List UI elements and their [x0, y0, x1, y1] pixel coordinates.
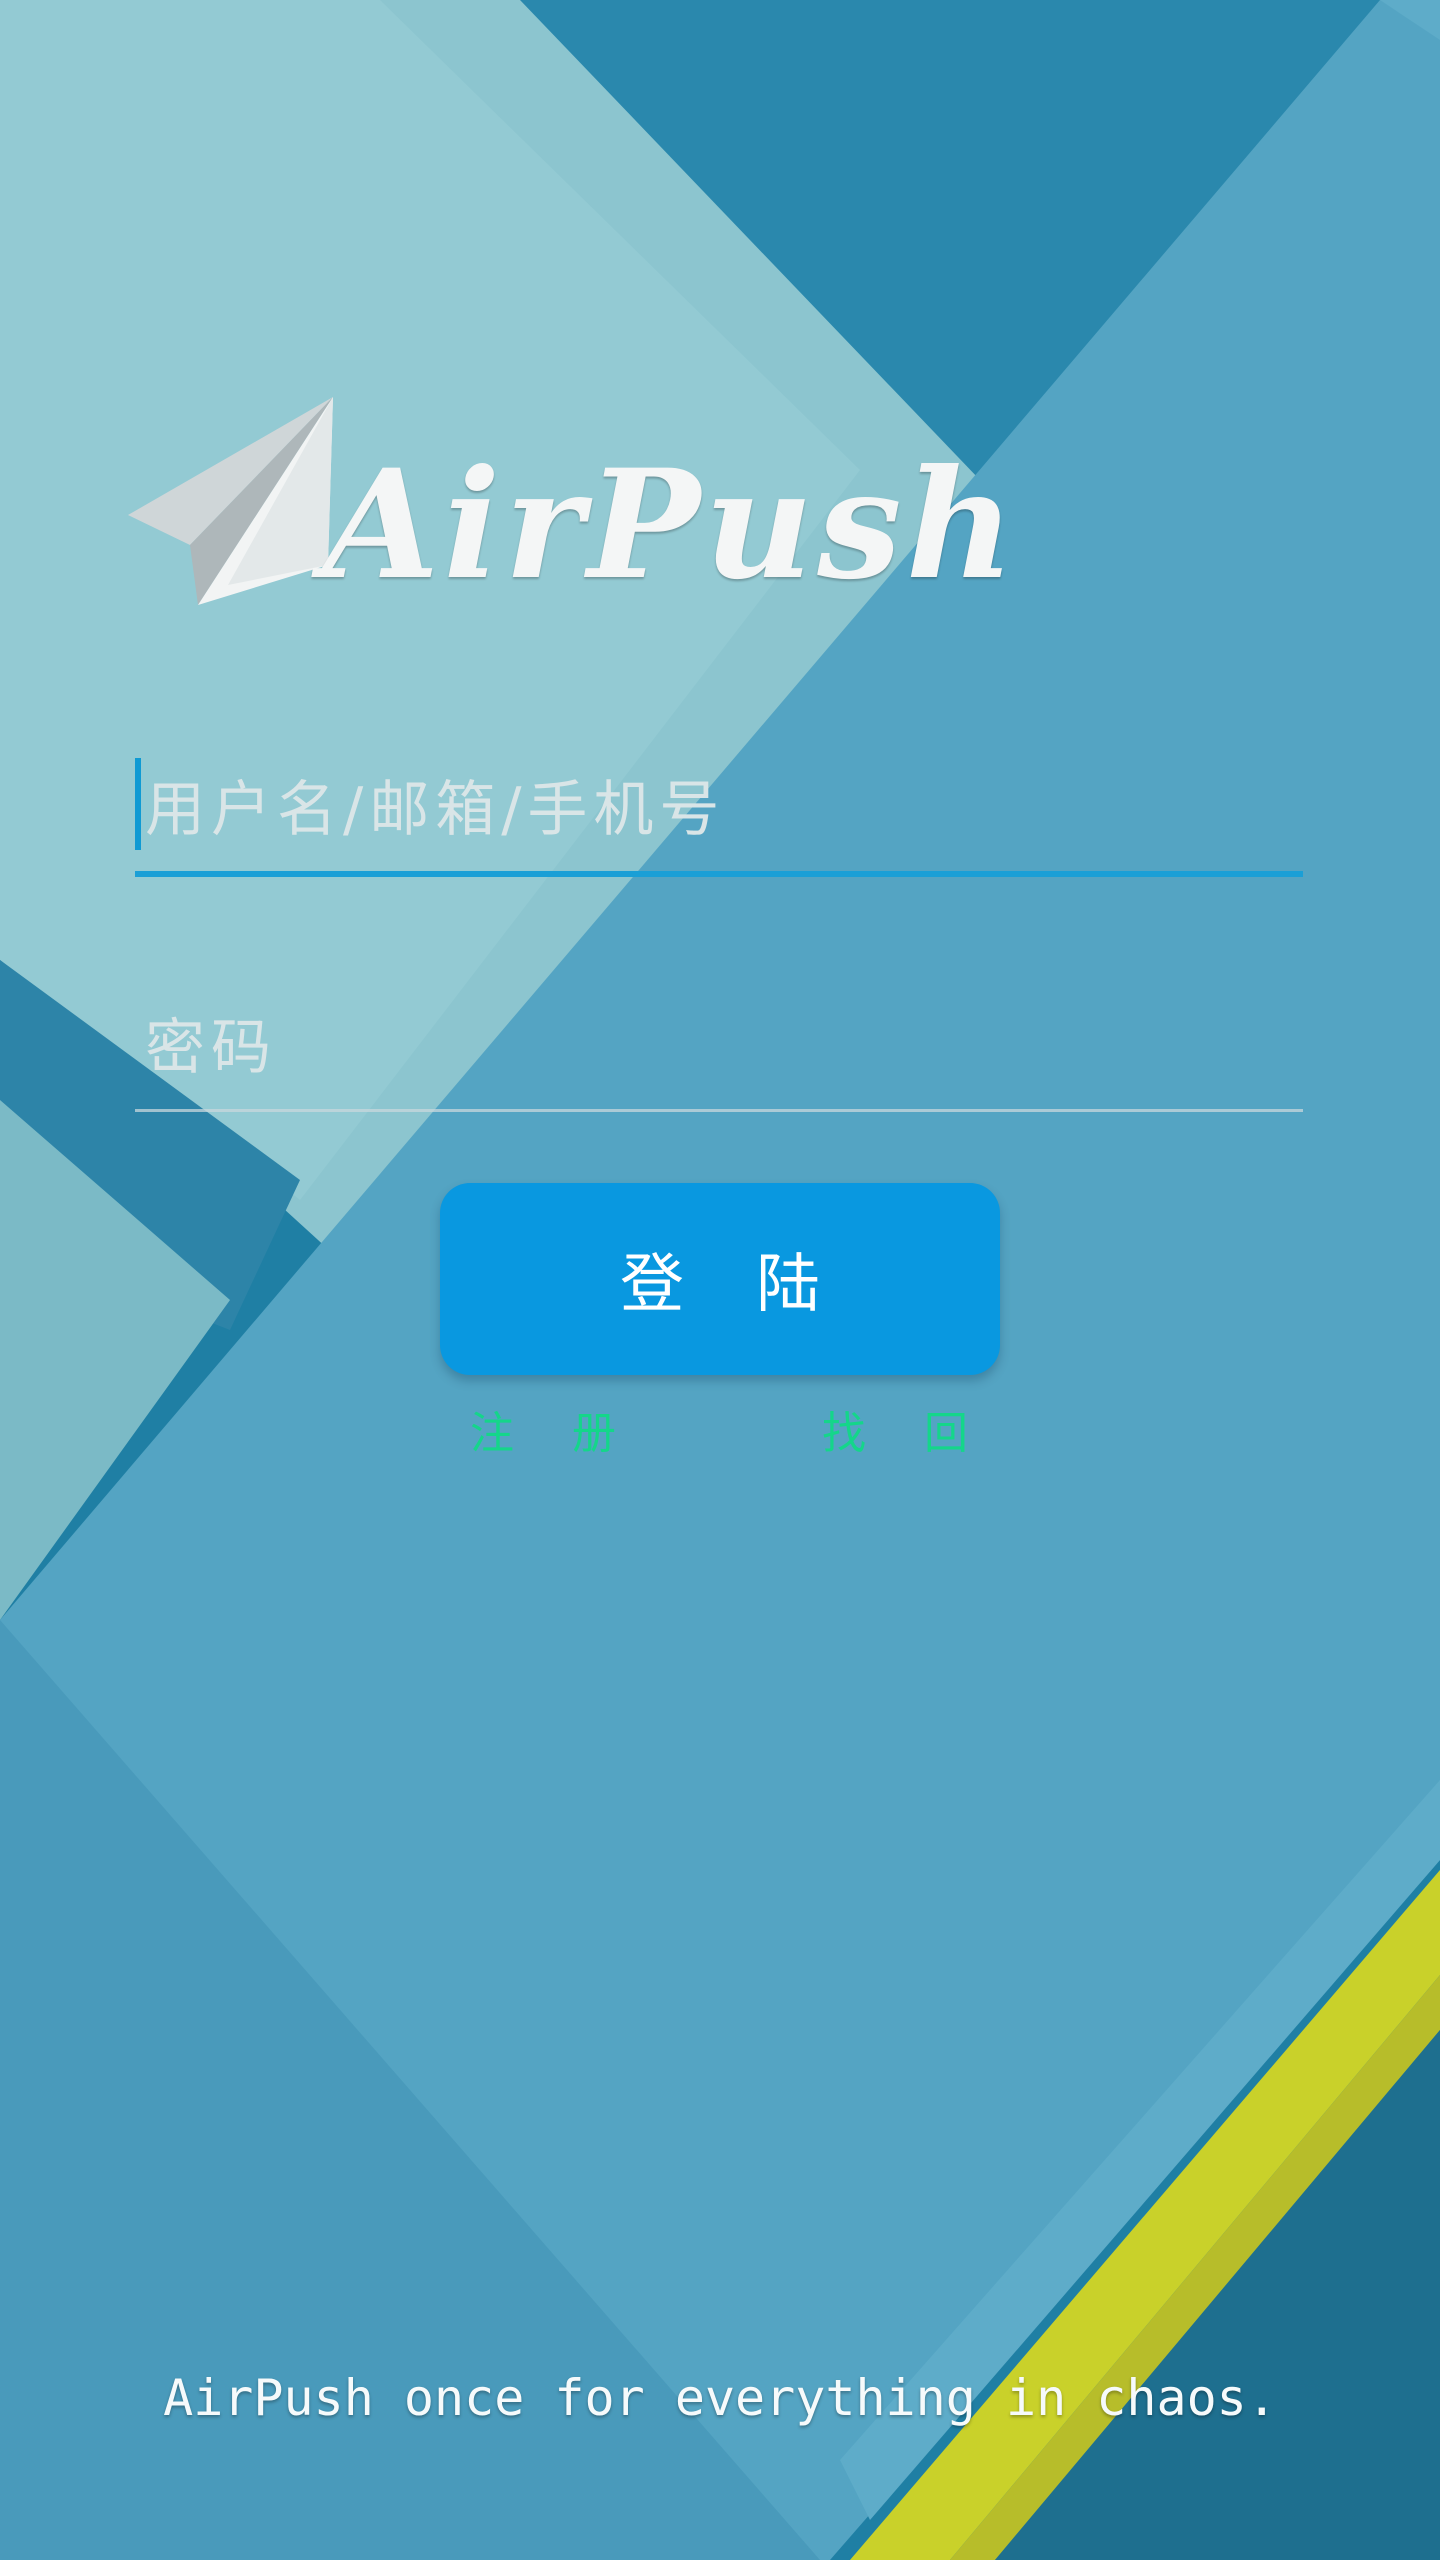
text-cursor	[135, 758, 141, 850]
username-input[interactable]: 用户名/邮箱/手机号	[145, 770, 1303, 850]
username-underline	[135, 871, 1303, 877]
app-logo: AirPush	[128, 395, 1015, 615]
password-underline	[135, 1109, 1303, 1112]
login-button-label: 登陆	[620, 1248, 892, 1322]
paper-plane-icon	[128, 397, 333, 605]
logo-wordmark: AirPush	[323, 437, 1019, 613]
password-input[interactable]: 密码	[145, 1008, 1303, 1088]
username-field[interactable]: 用户名/邮箱/手机号	[135, 750, 1303, 880]
password-field[interactable]: 密码	[135, 990, 1303, 1112]
forgot-password-link[interactable]: 找回	[822, 1404, 1026, 1464]
footer-tagline: AirPush once for everything in chaos.	[163, 2369, 1277, 2427]
login-button[interactable]: 登陆	[440, 1183, 1000, 1375]
register-link[interactable]: 注册	[470, 1404, 674, 1464]
